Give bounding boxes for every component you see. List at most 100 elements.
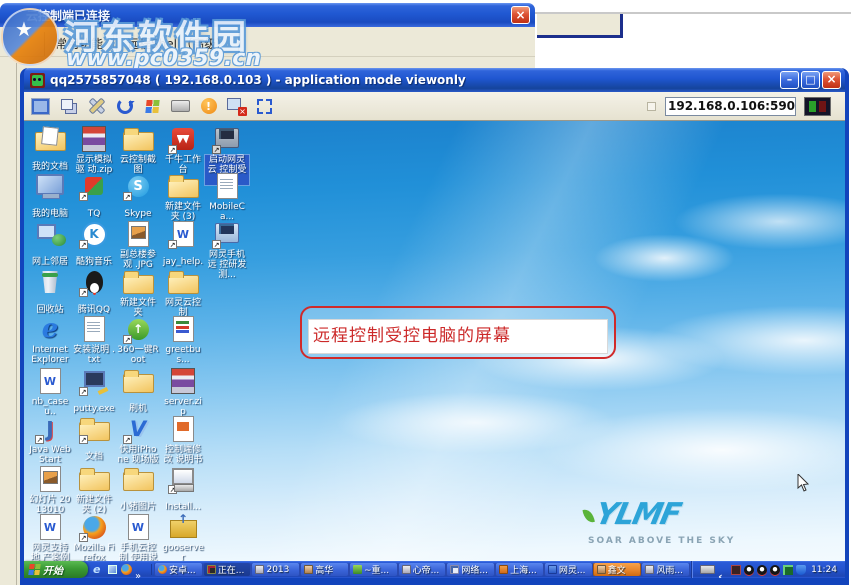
taskbar-button-icon xyxy=(450,565,459,574)
desktop-icon[interactable]: 副总楼参观 .JPG xyxy=(116,219,160,271)
toolbar-icon[interactable] xyxy=(57,95,80,118)
desktop-icon[interactable]: TQ xyxy=(72,171,116,220)
quick-launch-icon[interactable] xyxy=(107,564,118,575)
desktop-icon[interactable]: 安装说明 .txt xyxy=(72,314,116,366)
desktop-icon[interactable]: nb_caseu.. xyxy=(28,366,72,418)
toolbar-icon[interactable] xyxy=(113,95,136,118)
shortcut-arrow-icon xyxy=(123,192,132,201)
remote-desktop-view[interactable]: 我的文档 显示模拟驱 动.zip 云控制截图 千牛工作台 xyxy=(24,121,845,578)
toolbar-icon[interactable] xyxy=(29,95,52,118)
taskbar-button[interactable]: 安卓... xyxy=(155,563,202,576)
system-tray: 11:24 xyxy=(692,561,845,578)
desktop-icon[interactable]: 小猪图片 xyxy=(116,464,160,513)
desktop-icon-glyph xyxy=(209,124,245,154)
desktop-icon[interactable]: jay_help. xyxy=(161,219,205,268)
desktop-icon[interactable]: 网上邻居 xyxy=(28,219,72,268)
desktop-icon[interactable]: 显示模拟驱 动.zip xyxy=(72,124,116,176)
tray-icon[interactable] xyxy=(770,565,780,575)
desktop-icon[interactable]: 快用iPhone 现场版 xyxy=(116,414,160,466)
desktop-icon[interactable]: 我的电脑 xyxy=(28,171,72,220)
desktop-icon[interactable]: greetbus... xyxy=(161,314,205,366)
controller-tab[interactable]: 远程Shell（高级） xyxy=(116,32,239,56)
desktop-icon[interactable]: 回收站 xyxy=(28,267,72,316)
tray-icon[interactable] xyxy=(796,565,806,575)
desktop-icon[interactable]: 网灵手机远 控研发测... xyxy=(205,219,249,281)
taskbar-button[interactable]: 上海... xyxy=(496,563,543,576)
taskbar-button[interactable]: 网络... xyxy=(447,563,494,576)
desktop-icon[interactable]: Java Web Start xyxy=(28,414,72,466)
taskbar-button[interactable]: 高华 xyxy=(301,563,348,576)
controller-close-button[interactable] xyxy=(511,6,530,24)
desktop-icon-glyph xyxy=(165,171,201,201)
remote-address-input[interactable]: 192.168.0.106:5900 xyxy=(665,97,796,116)
desktop-icon[interactable]: Install... xyxy=(161,464,205,513)
desktop-icon[interactable]: putty.exe xyxy=(72,366,116,415)
minimize-button[interactable] xyxy=(780,71,799,89)
toolbar-icon[interactable] xyxy=(225,95,248,118)
quick-launch-icon[interactable] xyxy=(135,564,146,575)
toolbar-grip xyxy=(647,102,656,111)
desktop-icon-glyph xyxy=(120,124,156,154)
tray-icon[interactable] xyxy=(744,565,754,575)
desktop-icon[interactable]: 云控制截图 xyxy=(116,124,160,176)
desktop-icon-label: Skype xyxy=(123,209,152,219)
close-button[interactable] xyxy=(822,71,841,89)
taskbar-button[interactable]: 风雨... xyxy=(642,563,689,576)
desktop-icon[interactable]: 360一键Root xyxy=(116,314,160,366)
controller-titlebar[interactable]: 云控制端已连接 xyxy=(0,3,535,27)
toolbar-icon[interactable] xyxy=(85,95,108,118)
taskbar-button[interactable]: 网灵... xyxy=(545,563,592,576)
taskbar-button[interactable]: 鑫文 xyxy=(594,563,641,576)
desktop-icon[interactable]: 酷狗音乐 xyxy=(72,219,116,268)
taskbar-button-label: ~重... xyxy=(364,563,389,576)
toolbar-icon[interactable] xyxy=(141,95,164,118)
desktop-icon[interactable]: MobileCa... xyxy=(205,171,249,223)
taskbar-button[interactable]: ~重... xyxy=(350,563,397,576)
taskbar-button[interactable]: 心帝... xyxy=(399,563,446,576)
desktop-icon[interactable]: gooserver xyxy=(161,512,205,564)
taskbar-button[interactable]: 正在... xyxy=(204,563,251,576)
maximize-button[interactable] xyxy=(801,71,820,89)
desktop-icon[interactable]: Mozilla Firefox xyxy=(72,512,116,564)
desktop-icon-label: 网上邻居 xyxy=(31,257,69,267)
quick-launch-icon[interactable] xyxy=(93,564,104,575)
remote-taskbar: 开始 安卓... 正在... 2013 高华 xyxy=(24,561,845,578)
desktop-icon-glyph xyxy=(165,464,201,494)
taskbar-button[interactable]: 2013 xyxy=(252,563,299,576)
connection-status-button[interactable] xyxy=(804,97,831,116)
desktop-icon[interactable]: Skype xyxy=(116,171,160,220)
desktop-icon[interactable]: 网灵云控制 xyxy=(161,267,205,319)
background-area xyxy=(535,0,851,68)
tray-icon[interactable] xyxy=(757,565,767,575)
quick-launch-icon[interactable] xyxy=(121,564,132,575)
desktop-icon[interactable]: 新建文件夹 (2) xyxy=(72,464,116,516)
toolbar-icon[interactable] xyxy=(253,95,276,118)
tray-icon[interactable] xyxy=(718,565,728,575)
desktop-icon[interactable]: 控制端修改 说明书 xyxy=(161,414,205,466)
desktop-icon[interactable]: 腾讯QQ xyxy=(72,267,116,316)
desktop-icon-label: putty.exe xyxy=(72,404,115,414)
desktop-icon[interactable]: 我的文档 xyxy=(28,124,72,173)
desktop-icon-label: Install... xyxy=(164,502,202,512)
desktop-icon[interactable]: 新建文件夹 xyxy=(116,267,160,319)
taskbar-button-icon xyxy=(255,565,264,574)
desktop-icon-label: TQ xyxy=(87,209,102,219)
tray-icon[interactable] xyxy=(783,565,793,575)
toolbar-icon[interactable] xyxy=(197,95,220,118)
tray-icon[interactable] xyxy=(700,565,715,574)
desktop-icon-label: 网灵手机远 控研发测... xyxy=(205,250,249,280)
desktop-icon-label: 快用iPhone 现场版 xyxy=(116,445,160,465)
desktop-icon[interactable]: Internet Explorer xyxy=(28,314,72,366)
viewer-titlebar[interactable]: qq2575857048 ( 192.168.0.103 ) - applica… xyxy=(24,68,845,92)
toolbar-icon[interactable] xyxy=(169,95,192,118)
start-button[interactable]: 开始 xyxy=(24,561,88,578)
desktop-icon[interactable]: 新建文件夹 (3) xyxy=(161,171,205,223)
desktop-icon[interactable]: 文档 xyxy=(72,414,116,463)
desktop-icon[interactable]: 千牛工作台 xyxy=(161,124,205,176)
shortcut-arrow-icon xyxy=(168,145,177,154)
desktop-icon-glyph xyxy=(120,366,156,396)
controller-tab[interactable]: 常用功能 xyxy=(44,32,114,56)
desktop-icon[interactable]: 刷机 xyxy=(116,366,160,415)
tray-icon[interactable] xyxy=(731,565,741,575)
desktop-icon[interactable]: server.zip xyxy=(161,366,205,418)
